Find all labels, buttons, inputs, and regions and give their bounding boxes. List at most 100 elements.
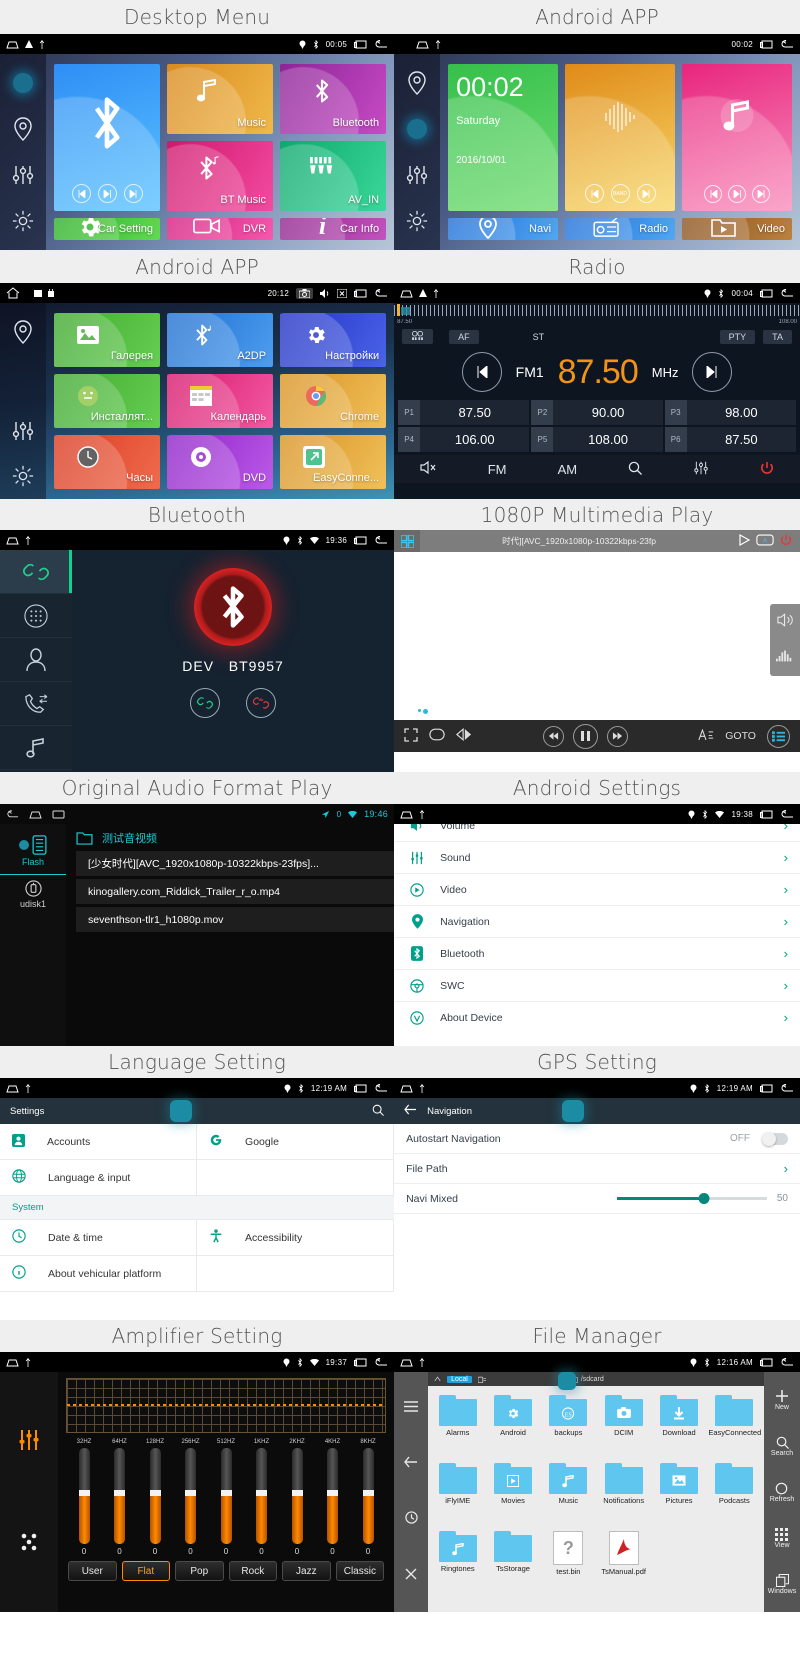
sidebar-item-home[interactable]: [0, 60, 46, 106]
next-icon[interactable]: [123, 184, 143, 203]
next-track-icon[interactable]: [606, 725, 628, 747]
settings-item-date-time[interactable]: Date & time: [0, 1220, 198, 1256]
fm-tab-local[interactable]: Local: [447, 1375, 472, 1383]
power-icon[interactable]: [760, 461, 774, 478]
tile-clock-ru[interactable]: Часы: [54, 435, 161, 489]
refresh-button[interactable]: Refresh: [770, 1482, 794, 1503]
fullscreen-icon[interactable]: [404, 727, 418, 745]
prev-icon[interactable]: [584, 184, 604, 203]
file-item[interactable]: TsStorage: [485, 1526, 540, 1594]
tile-radio-widget[interactable]: BAND: [565, 64, 676, 211]
next-icon[interactable]: [636, 184, 656, 203]
sidebar-item-settings[interactable]: [394, 198, 440, 244]
eq-band-slider[interactable]: [220, 1448, 232, 1544]
ta-button[interactable]: TA: [763, 329, 792, 344]
settings-item-google[interactable]: Google: [197, 1124, 395, 1160]
eq-band[interactable]: 256HZ 0: [175, 1439, 207, 1556]
seek-up-button[interactable]: [692, 352, 733, 392]
settings-item-accounts[interactable]: Accounts: [0, 1124, 198, 1160]
gps-row-file-path[interactable]: File Path ›: [394, 1154, 800, 1184]
prev-icon[interactable]: [71, 184, 91, 203]
settings-row-bluetooth[interactable]: Bluetooth ›: [394, 938, 800, 970]
screenshot-icon[interactable]: [296, 287, 314, 299]
play-pause-icon[interactable]: [728, 185, 747, 203]
am-button[interactable]: AM: [558, 462, 578, 477]
eq-band-slider[interactable]: [78, 1448, 90, 1544]
file-item[interactable]: iFlyIME: [430, 1458, 485, 1526]
source-udisk1[interactable]: udisk1: [0, 875, 66, 916]
tile-bt-music[interactable]: BT Music: [167, 141, 274, 211]
view-button[interactable]: View: [774, 1527, 790, 1549]
play-icon[interactable]: [738, 533, 751, 548]
tile-installer[interactable]: Инсталлят...: [54, 374, 161, 428]
preset-3[interactable]: P3 98.00: [664, 400, 796, 425]
band-icon[interactable]: BAND: [610, 184, 630, 203]
grid-icon[interactable]: [394, 530, 421, 552]
settings-item-about-platform[interactable]: About vehicular platform: [0, 1256, 198, 1292]
settings-row-about-device[interactable]: About Device ›: [394, 1002, 800, 1032]
eq-band[interactable]: 2KHZ 0: [281, 1439, 313, 1556]
sidebar-item-contacts[interactable]: [0, 638, 72, 682]
eq-band[interactable]: 512HZ 0: [210, 1439, 242, 1556]
frequency-ruler[interactable]: [394, 303, 800, 319]
settings-row-video[interactable]: Video ›: [394, 874, 800, 906]
tile-music[interactable]: Music: [167, 64, 274, 134]
tile-settings-ru[interactable]: Настройки: [280, 313, 387, 367]
eq-band[interactable]: 128HZ 0: [139, 1439, 171, 1556]
settings-item-language-input[interactable]: Language & input: [0, 1160, 198, 1196]
tile-navi[interactable]: Navi: [448, 218, 559, 240]
back-arrow-icon[interactable]: [404, 1104, 417, 1118]
file-item[interactable]: EasyConnected: [707, 1390, 762, 1458]
eq-band-slider[interactable]: [114, 1448, 125, 1544]
next-icon[interactable]: [752, 185, 771, 203]
eq-band[interactable]: 64HZ 0: [104, 1439, 136, 1556]
file-item[interactable]: ? test.bin: [541, 1526, 596, 1594]
equalizer-icon[interactable]: [693, 461, 709, 478]
preset-rock[interactable]: Rock: [228, 1561, 278, 1581]
playlist-icon[interactable]: [766, 724, 790, 748]
sidebar-item-dialpad[interactable]: [0, 594, 72, 638]
tile-easyconnect[interactable]: EasyConne...: [280, 435, 387, 489]
settings-row-navigation[interactable]: Navigation ›: [394, 906, 800, 938]
file-item[interactable]: ES backups: [541, 1390, 596, 1458]
folder-header[interactable]: 测试音视频: [76, 830, 394, 846]
disconnect-button[interactable]: [246, 688, 277, 718]
file-item[interactable]: Notifications: [596, 1458, 651, 1526]
sidebar-item-eq[interactable]: [0, 152, 46, 198]
preset-user[interactable]: User: [68, 1561, 117, 1581]
sidebar-item-eq[interactable]: [0, 409, 46, 454]
eq-band[interactable]: 32HZ 0: [68, 1439, 100, 1556]
pty-button[interactable]: PTY: [719, 329, 756, 344]
file-item[interactable]: Music: [541, 1458, 596, 1526]
tile-video[interactable]: Video: [682, 218, 792, 240]
close-icon[interactable]: [405, 1567, 417, 1585]
tile-car-info[interactable]: i Car Info: [280, 218, 387, 240]
equalizer-icon[interactable]: [16, 1427, 42, 1458]
desktop-sidebar[interactable]: [0, 54, 46, 250]
eq-band-slider[interactable]: [185, 1448, 196, 1544]
fm-button[interactable]: FM: [488, 462, 507, 477]
af-button[interactable]: AF: [449, 329, 479, 344]
play-pause-icon[interactable]: [97, 184, 117, 203]
navi-mixed-slider[interactable]: [616, 1193, 767, 1204]
sidebar-item-settings[interactable]: [0, 454, 46, 499]
sidebar-item-home[interactable]: [394, 106, 440, 152]
tile-radio[interactable]: Radio: [565, 218, 676, 240]
preset-flat[interactable]: Flat: [121, 1561, 171, 1581]
list-item[interactable]: [少女时代][AVC_1920x1080p-10322kbps-23fps]..…: [76, 851, 395, 876]
preset-5[interactable]: P5 108.00: [531, 427, 663, 452]
tile-a2dp[interactable]: A2DP: [167, 313, 274, 367]
tile-bluetooth[interactable]: Bluetooth: [280, 64, 387, 134]
eq-band[interactable]: 8KHZ 0: [352, 1439, 384, 1556]
tile-music-widget[interactable]: [682, 64, 792, 211]
file-item[interactable]: Android: [485, 1390, 540, 1458]
aspect-ratio-icon[interactable]: A: [756, 534, 774, 548]
tile-bluetooth-big[interactable]: [54, 64, 161, 211]
tile-car-setting[interactable]: Car Setting: [54, 218, 161, 240]
eq-band-slider[interactable]: [362, 1448, 374, 1544]
eq-band[interactable]: 1KHZ 0: [246, 1439, 278, 1556]
tile-chrome[interactable]: Chrome: [280, 374, 387, 428]
pause-icon[interactable]: [572, 723, 598, 749]
sidebar-item-eq[interactable]: [394, 152, 440, 198]
eq-band-slider[interactable]: [291, 1448, 303, 1544]
